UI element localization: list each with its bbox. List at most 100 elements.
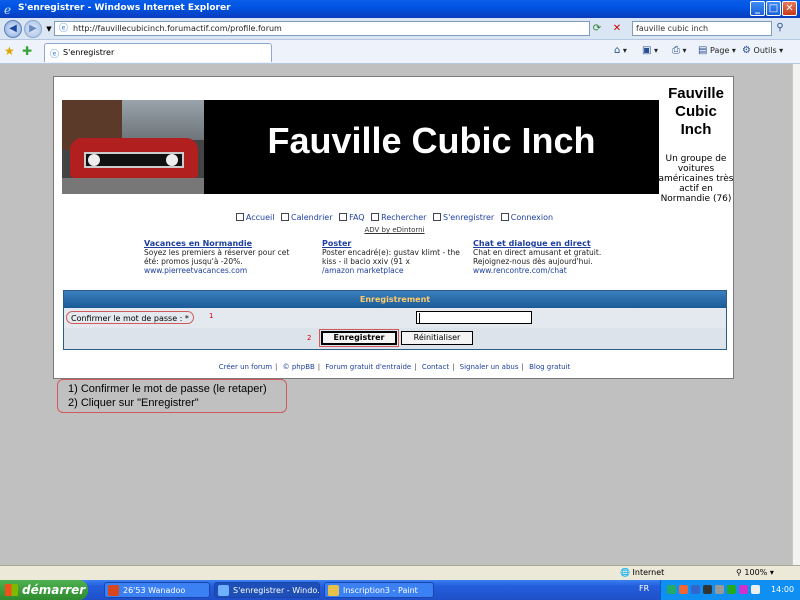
ad-url[interactable]: www.pierreetvacances.com xyxy=(144,266,304,275)
globe-icon: 🌐 xyxy=(620,568,630,577)
page-icon: ⓔ xyxy=(59,24,69,34)
zoom-control[interactable]: ⚲ 100% ▾ xyxy=(736,568,774,577)
step-1-marker: 1 xyxy=(209,312,214,320)
feeds-button[interactable]: ▣ ▾ xyxy=(642,45,658,56)
start-label: démarrer xyxy=(22,583,86,597)
registration-form: Enregistrement Confirmer le mot de passe… xyxy=(63,290,727,350)
refresh-icon[interactable]: ⟳ xyxy=(590,22,604,36)
status-bar: 🌐 Internet ⚲ 100% ▾ xyxy=(0,565,800,580)
home-icon: ⌂ xyxy=(614,45,621,56)
tab-page-icon: ⓔ xyxy=(50,50,60,60)
volume-icon[interactable] xyxy=(751,585,760,594)
close-button[interactable]: ✕ xyxy=(782,1,797,16)
tray-icon[interactable] xyxy=(739,585,748,594)
taskbar-item[interactable]: Inscription3 - Paint xyxy=(324,582,434,598)
submit-button[interactable]: Enregistrer xyxy=(319,329,399,347)
nav-label: Accueil xyxy=(245,213,275,222)
add-favorite-icon[interactable]: ✚ xyxy=(22,44,32,58)
forum-nav: Accueil Calendrier FAQ Rechercher S'enre… xyxy=(54,213,735,222)
tab-row: ★ ✚ ⓔ S'enregistrer ⌂ ▾ ▣ ▾ ⎙ ▾ ▤ Page ▾… xyxy=(0,40,800,64)
nav-label: FAQ xyxy=(349,213,365,222)
taskbar: démarrer 26'53 Wanadoo S'enregistrer - W… xyxy=(0,580,800,600)
tools-menu[interactable]: ⚙ Outils ▾ xyxy=(742,45,783,56)
form-header: Enregistrement xyxy=(64,291,726,308)
instruction-note: 1) Confirmer le mot de passe (le retaper… xyxy=(57,379,287,413)
vertical-scrollbar[interactable] xyxy=(792,64,800,565)
nav-faq[interactable]: FAQ xyxy=(339,213,365,222)
ad-title[interactable]: Chat et dialogue en direct xyxy=(473,239,633,248)
clock: 14:00 xyxy=(771,585,795,594)
adv-link[interactable]: ADV by eDintorni xyxy=(54,226,735,234)
confirm-password-input[interactable] xyxy=(416,311,532,324)
ad-item[interactable]: Poster Poster encadré(e): gustav klimt -… xyxy=(322,239,470,275)
tray-icon[interactable] xyxy=(727,585,736,594)
ad-title[interactable]: Poster xyxy=(322,239,470,248)
print-icon: ⎙ xyxy=(672,45,680,56)
nav-senregistrer[interactable]: S'enregistrer xyxy=(432,213,494,222)
ad-title[interactable]: Vacances en Normandie xyxy=(144,239,304,248)
footer-link[interactable]: Forum gratuit d'entraide xyxy=(325,363,411,371)
calendar-icon xyxy=(281,213,290,221)
search-field[interactable]: fauville cubic inch xyxy=(632,21,772,36)
tray-icon[interactable] xyxy=(667,585,676,594)
language-indicator[interactable]: FR xyxy=(639,584,649,593)
tray-icon[interactable] xyxy=(679,585,688,594)
ad-item[interactable]: Chat et dialogue en direct Chat en direc… xyxy=(473,239,633,275)
note-line-2: 2) Cliquer sur "Enregistrer" xyxy=(68,397,199,409)
page-menu[interactable]: ▤ Page ▾ xyxy=(698,45,736,56)
address-field[interactable]: ⓔ http://fauvillecubicinch.forumactif.co… xyxy=(54,21,590,36)
favorites-star-icon[interactable]: ★ xyxy=(4,44,15,58)
windows-logo-icon xyxy=(5,584,18,596)
tray-icon[interactable] xyxy=(691,585,700,594)
ad-url[interactable]: /amazon marketplace xyxy=(322,266,470,275)
task-label: S'enregistrer - Windo... xyxy=(233,586,320,595)
start-button[interactable]: démarrer xyxy=(0,580,88,600)
zoom-label: 100% xyxy=(744,568,768,577)
title-bar: e S'enregistrer - Windows Internet Explo… xyxy=(0,0,800,18)
footer-link[interactable]: © phpBB xyxy=(283,363,315,371)
ad-item[interactable]: Vacances en Normandie Soyez les premiers… xyxy=(144,239,304,275)
footer-link[interactable]: Blog gratuit xyxy=(529,363,570,371)
ie-logo-icon: e xyxy=(3,3,16,17)
tray-icon[interactable] xyxy=(715,585,724,594)
tools-menu-label: Outils xyxy=(753,46,777,55)
login-icon xyxy=(500,213,509,221)
taskbar-item[interactable]: 26'53 Wanadoo xyxy=(104,582,210,598)
tab-label: S'enregistrer xyxy=(63,48,115,57)
home-button[interactable]: ⌂ ▾ xyxy=(614,45,627,56)
footer-link[interactable]: Contact xyxy=(422,363,449,371)
search-icon xyxy=(371,213,380,221)
tray-icon[interactable] xyxy=(703,585,712,594)
wanadoo-icon xyxy=(108,585,119,596)
banner-title: Fauville Cubic Inch xyxy=(267,120,596,161)
system-tray: FR 14:00 xyxy=(639,580,800,600)
search-icon[interactable]: ⚲ xyxy=(773,21,787,36)
footer-link[interactable]: Créer un forum xyxy=(219,363,272,371)
confirm-password-row: Confirmer le mot de passe : * 1 xyxy=(64,308,726,328)
back-button[interactable]: ◀ xyxy=(4,20,22,38)
tab-current[interactable]: ⓔ S'enregistrer xyxy=(44,43,272,62)
ie-icon xyxy=(218,585,229,596)
minimize-button[interactable]: _ xyxy=(750,1,765,16)
maximize-button[interactable]: □ xyxy=(766,1,781,16)
nav-connexion[interactable]: Connexion xyxy=(500,213,554,222)
form-buttons-row: 2 Enregistrer Réinitialiser xyxy=(64,328,726,349)
ad-url[interactable]: www.rencontre.com/chat xyxy=(473,266,633,275)
site-description: Un groupe de voitures américaines très a… xyxy=(658,154,734,204)
footer-link[interactable]: Signaler un abus xyxy=(460,363,519,371)
taskbar-item[interactable]: S'enregistrer - Windo... xyxy=(214,582,320,598)
page-menu-icon: ▤ xyxy=(698,45,708,56)
reset-button[interactable]: Réinitialiser xyxy=(401,331,473,345)
task-label: Inscription3 - Paint xyxy=(343,586,418,595)
stop-icon[interactable]: ✕ xyxy=(610,22,624,36)
nav-accueil[interactable]: Accueil xyxy=(235,213,275,222)
print-button[interactable]: ⎙ ▾ xyxy=(672,45,687,56)
zoom-icon: ⚲ xyxy=(736,568,742,577)
forum-page: Fauville Cubic Inch Fauville Cubic Inch … xyxy=(53,76,734,379)
nav-rechercher[interactable]: Rechercher xyxy=(371,213,426,222)
confirm-password-label: Confirmer le mot de passe : * xyxy=(66,311,194,324)
nav-calendrier[interactable]: Calendrier xyxy=(281,213,333,222)
banner-car-photo xyxy=(62,100,204,194)
nav-label: Connexion xyxy=(510,213,554,222)
forward-button[interactable]: ▶ xyxy=(24,20,42,38)
